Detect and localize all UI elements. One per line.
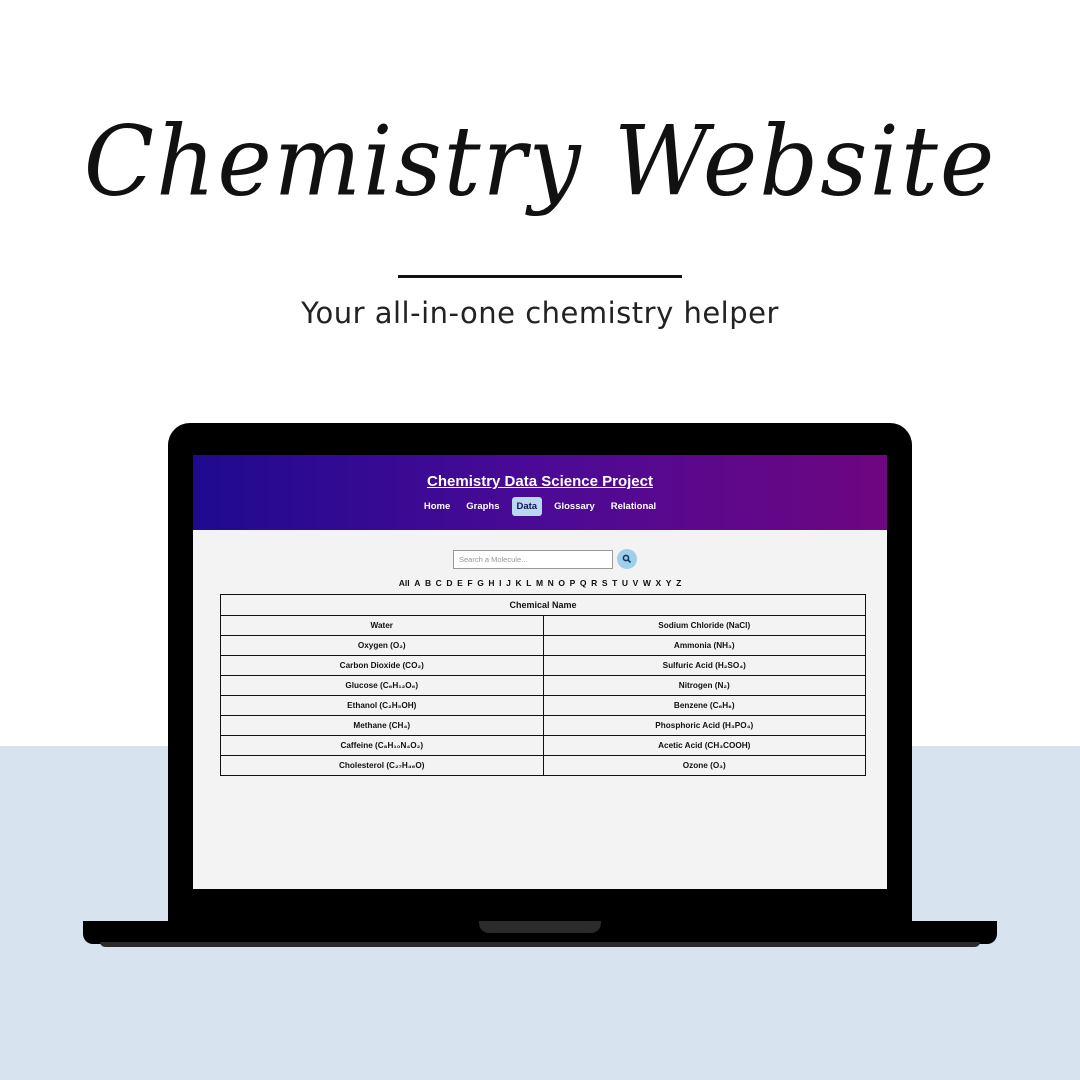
table-header: Chemical Name xyxy=(220,594,866,616)
alphabet-letter[interactable]: L xyxy=(526,578,531,588)
search-bar xyxy=(453,549,637,569)
alphabet-letter[interactable]: H xyxy=(488,578,494,588)
chemical-name-cell[interactable]: Ozone (O₃) xyxy=(542,755,866,776)
chemical-name-cell[interactable]: Sodium Chloride (NaCl) xyxy=(542,615,866,636)
alphabet-letter[interactable]: E xyxy=(457,578,463,588)
alphabet-letter[interactable]: R xyxy=(591,578,597,588)
site-header: Chemistry Data Science Project Home Grap… xyxy=(193,455,887,530)
chemical-name-cell[interactable]: Water xyxy=(220,615,544,636)
alphabet-letter[interactable]: W xyxy=(643,578,651,588)
nav-home[interactable]: Home xyxy=(420,497,454,516)
table-row: Glucose (C₆H₁₂O₆) Nitrogen (N₂) xyxy=(220,675,866,696)
alphabet-letter[interactable]: P xyxy=(570,578,576,588)
chemical-table: Chemical Name Water Sodium Chloride (NaCl… xyxy=(220,594,866,776)
chemical-name-cell[interactable]: Benzene (C₆H₆) xyxy=(542,695,866,716)
alphabet-letter[interactable]: F xyxy=(467,578,472,588)
chemical-name-cell[interactable]: Carbon Dioxide (CO₂) xyxy=(220,655,544,676)
nav-glossary[interactable]: Glossary xyxy=(550,497,599,516)
alphabet-letter[interactable]: U xyxy=(622,578,628,588)
alphabet-letter[interactable]: M xyxy=(536,578,543,588)
laptop-notch xyxy=(479,921,601,933)
chemical-name-cell[interactable]: Nitrogen (N₂) xyxy=(542,675,866,696)
title-divider xyxy=(398,275,682,278)
alphabet-letter[interactable]: D xyxy=(446,578,452,588)
laptop-screen: Chemistry Data Science Project Home Grap… xyxy=(193,455,887,889)
alphabet-letter[interactable]: I xyxy=(499,578,501,588)
chemical-name-cell[interactable]: Methane (CH₄) xyxy=(220,715,544,736)
alphabet-letter[interactable]: O xyxy=(558,578,565,588)
chemical-name-cell[interactable]: Ammonia (NH₃) xyxy=(542,635,866,656)
table-row: Oxygen (O₂) Ammonia (NH₃) xyxy=(220,635,866,656)
alphabet-letter[interactable]: B xyxy=(425,578,431,588)
search-button[interactable] xyxy=(617,549,637,569)
table-row: Methane (CH₄) Phosphoric Acid (H₃PO₄) xyxy=(220,715,866,736)
chemical-name-cell[interactable]: Glucose (C₆H₁₂O₆) xyxy=(220,675,544,696)
alphabet-letter[interactable]: T xyxy=(612,578,617,588)
alphabet-letter[interactable]: C xyxy=(436,578,442,588)
search-icon xyxy=(622,554,632,564)
table-row: Cholesterol (C₂₇H₄₆O) Ozone (O₃) xyxy=(220,755,866,776)
chemical-name-cell[interactable]: Ethanol (C₂H₅OH) xyxy=(220,695,544,716)
table-row: Carbon Dioxide (CO₂) Sulfuric Acid (H₂SO₄… xyxy=(220,655,866,676)
search-input[interactable] xyxy=(453,549,613,569)
table-row: Water Sodium Chloride (NaCl) xyxy=(220,615,866,636)
alphabet-letter[interactable]: S xyxy=(602,578,608,588)
alphabet-letter[interactable]: J xyxy=(506,578,511,588)
alphabet-letter[interactable]: N xyxy=(548,578,554,588)
chemical-name-cell[interactable]: Caffeine (C₈H₁₀N₄O₂) xyxy=(220,735,544,756)
hero-subtitle: Your all-in-one chemistry helper xyxy=(301,296,779,330)
main-nav: Home Graphs Data Glossary Relational xyxy=(193,497,887,516)
chemical-name-cell[interactable]: Sulfuric Acid (H₂SO₄) xyxy=(542,655,866,676)
alphabet-letter[interactable]: Z xyxy=(676,578,681,588)
nav-relational[interactable]: Relational xyxy=(607,497,660,516)
alphabet-letter[interactable]: All xyxy=(399,578,410,588)
alphabet-filter: All A B C D E F G H I J K L M N O P Q R S T U V W X Y Z xyxy=(193,578,887,588)
alphabet-letter[interactable]: K xyxy=(515,578,521,588)
nav-data[interactable]: Data xyxy=(511,497,543,516)
chemical-name-cell[interactable]: Phosphoric Acid (H₃PO₄) xyxy=(542,715,866,736)
nav-graphs[interactable]: Graphs xyxy=(462,497,503,516)
chemical-name-cell[interactable]: Acetic Acid (CH₃COOH) xyxy=(542,735,866,756)
laptop-base-shadow xyxy=(100,942,980,947)
hero-title: Chemistry Website xyxy=(83,105,997,218)
site-title[interactable]: Chemistry Data Science Project xyxy=(193,473,887,490)
chemical-name-cell[interactable]: Oxygen (O₂) xyxy=(220,635,544,656)
chemical-name-cell[interactable]: Cholesterol (C₂₇H₄₆O) xyxy=(220,755,544,776)
table-row: Caffeine (C₈H₁₀N₄O₂) Acetic Acid (CH₃COOH… xyxy=(220,735,866,756)
alphabet-letter[interactable]: G xyxy=(477,578,484,588)
alphabet-letter[interactable]: Y xyxy=(666,578,672,588)
alphabet-letter[interactable]: X xyxy=(656,578,662,588)
alphabet-letter[interactable]: A xyxy=(414,578,420,588)
table-row: Ethanol (C₂H₅OH) Benzene (C₆H₆) xyxy=(220,695,866,716)
alphabet-letter[interactable]: V xyxy=(633,578,639,588)
alphabet-letter[interactable]: Q xyxy=(580,578,587,588)
